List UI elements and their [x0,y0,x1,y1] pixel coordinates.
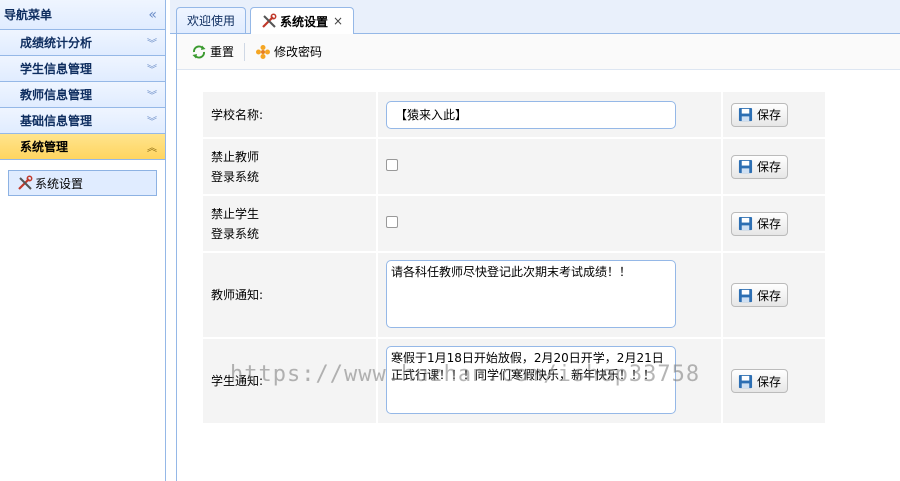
chevron-double-down-icon: ︾ [147,65,157,76]
accordion-body-system: 系统设置 [0,160,165,206]
tab-label: 系统设置 [280,14,329,29]
close-icon[interactable]: × [333,14,343,28]
reset-button[interactable]: 重置 [187,41,238,62]
label-line: 登录系统 [211,169,260,184]
form-row-disable-teacher: 禁止教师 登录系统 保存 [203,139,825,194]
key-flower-icon [256,44,271,59]
chevron-double-up-icon: ︽ [147,143,157,154]
chevron-double-down-icon: ︾ [147,91,157,102]
save-teacher-notice-button[interactable]: 保存 [731,283,789,307]
tools-icon [262,13,277,28]
save-disable-student-button[interactable]: 保存 [731,211,789,236]
save-label: 保存 [757,288,782,303]
save-label: 保存 [757,217,782,231]
floppy-disk-icon [738,374,753,388]
disable-teacher-label: 禁止教师 登录系统 [203,139,376,194]
save-label: 保存 [757,108,782,122]
sidebar-item-label: 系统设置 [35,176,84,191]
school-name-action-cell: 保存 [723,92,825,137]
label-line: 禁止学生 [211,206,260,221]
accordion-label: 基础信息管理 [20,114,93,128]
sidebar-item-system-settings[interactable]: 系统设置 [8,170,157,196]
school-name-cell [378,92,721,137]
school-name-input[interactable] [386,100,676,129]
label-line: 禁止教师 [211,149,260,164]
save-label: 保存 [757,160,782,174]
tab-system-settings[interactable]: 系统设置 × [250,7,355,34]
save-school-name-button[interactable]: 保存 [731,102,789,127]
floppy-disk-icon [738,107,753,122]
left-nav-panel: 导航菜单 « 成绩统计分析 ︾ 学生信息管理 ︾ 教师信息管理 ︾ 基础信息管理… [0,0,166,481]
form-row-student-notice: 学生通知: 寒假于1月18日开始放假，2月20日开学，2月21日正式行课！！！同… [203,339,825,423]
teacher-notice-action-cell: 保存 [723,253,825,337]
teacher-notice-label: 教师通知: [203,253,376,337]
accordion-student-info[interactable]: 学生信息管理 ︾ [0,56,165,82]
nav-panel-title: 导航菜单 [4,8,53,22]
student-notice-textarea[interactable]: 寒假于1月18日开始放假，2月20日开学，2月21日正式行课！！！同学们寒假快乐… [386,345,676,414]
floppy-disk-icon [738,159,753,174]
teacher-notice-textarea[interactable]: 请各科任教师尽快登记此次期末考试成绩！！ [386,259,676,328]
main-area: 欢迎使用 系统设置 × 重置 修改密码 学校名称: 【猿来入此】 保存 禁止教师… [170,0,900,481]
collapse-left-icon[interactable]: « [148,7,157,23]
change-password-button[interactable]: 修改密码 [251,41,326,62]
tab-bar: 欢迎使用 系统设置 × [170,0,900,34]
teacher-notice-cell: 请各科任教师尽快登记此次期末考试成绩！！ [378,253,721,337]
nav-panel-header: 导航菜单 « [0,0,165,30]
accordion-system-management[interactable]: 系统管理 ︽ [0,134,165,160]
save-student-notice-button[interactable]: 保存 [731,369,789,393]
chevron-double-down-icon: ︾ [147,117,157,128]
disable-student-checkbox[interactable] [386,216,398,228]
label-line: 登录系统 [211,226,260,241]
tools-icon [18,175,33,190]
student-notice-cell: 寒假于1月18日开始放假，2月20日开学，2月21日正式行课！！！同学们寒假快乐… [378,339,721,423]
floppy-disk-icon [738,216,753,231]
form-row-school-name: 学校名称: 保存 [203,92,825,137]
form-row-disable-student: 禁止学生 登录系统 保存 [203,196,825,251]
settings-form: 学校名称: 保存 禁止教师 登录系统 [201,90,827,425]
accordion-score-analysis[interactable]: 成绩统计分析 ︾ [0,30,165,56]
accordion-basic-info[interactable]: 基础信息管理 ︾ [0,108,165,134]
disable-student-label: 禁止学生 登录系统 [203,196,376,251]
disable-student-action-cell: 保存 [723,196,825,251]
tab-label: 欢迎使用 [187,14,236,28]
toolbar: 重置 修改密码 [177,34,900,70]
save-label: 保存 [757,374,782,389]
accordion-label: 教师信息管理 [20,88,93,102]
disable-teacher-checkbox[interactable] [386,159,398,171]
tab-content: 重置 修改密码 学校名称: 【猿来入此】 保存 禁止教师 登录系统 保存 禁止学… [176,34,900,481]
change-password-label: 修改密码 [274,45,323,59]
tab-welcome[interactable]: 欢迎使用 [176,7,247,33]
chevron-double-down-icon: ︾ [147,39,157,50]
refresh-icon [192,44,206,59]
accordion-label: 学生信息管理 [20,62,93,76]
floppy-disk-icon [738,288,753,302]
form-row-teacher-notice: 教师通知: 请各科任教师尽快登记此次期末考试成绩！！ 保存 [203,253,825,337]
disable-student-cell [378,196,721,251]
toolbar-separator [244,42,246,61]
reset-label: 重置 [210,45,235,59]
student-notice-action-cell: 保存 [723,339,825,423]
disable-teacher-action-cell: 保存 [723,139,825,194]
school-name-label: 学校名称: [203,92,376,137]
disable-teacher-cell [378,139,721,194]
accordion-label: 系统管理 [20,140,69,154]
accordion-label: 成绩统计分析 [20,36,93,50]
save-disable-teacher-button[interactable]: 保存 [731,154,789,179]
student-notice-label: 学生通知: [203,339,376,423]
accordion-teacher-info[interactable]: 教师信息管理 ︾ [0,82,165,108]
